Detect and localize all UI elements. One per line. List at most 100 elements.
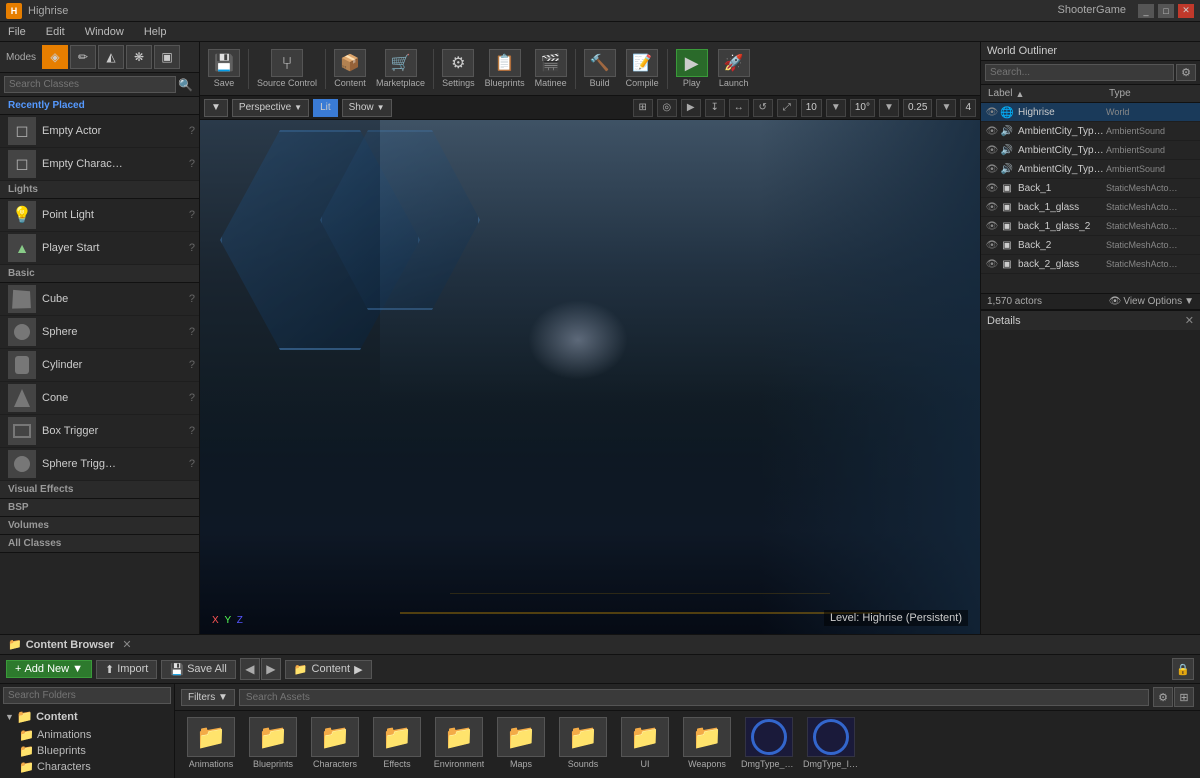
surface-snap-icon[interactable]: ↧ — [705, 99, 725, 117]
list-item[interactable]: 📁 Weapons — [679, 717, 735, 769]
play-tool[interactable]: ▶ Play — [672, 47, 712, 90]
list-item[interactable]: 📁 Animations — [183, 717, 239, 769]
viewport[interactable]: Level: Highrise (Persistent) X Y Z — [200, 120, 980, 634]
mode-btn-geometry[interactable]: ▣ — [154, 45, 180, 69]
outliner-label-col[interactable]: Label ▲ — [985, 87, 1106, 100]
viewport-dropdown-btn[interactable]: ▼ — [204, 99, 228, 117]
table-row[interactable]: 👁 🌐 Highrise World — [981, 103, 1200, 122]
cube-help[interactable]: ? — [189, 293, 195, 305]
folder-search-input[interactable] — [3, 687, 171, 704]
menu-window[interactable]: Window — [81, 24, 128, 40]
visibility-toggle[interactable]: 👁 — [985, 257, 999, 271]
settings-tool[interactable]: ⚙ Settings — [438, 47, 479, 90]
table-row[interactable]: 👁 ▣ back_2_glass StaticMeshActo… — [981, 255, 1200, 274]
list-item[interactable]: Box Trigger ? — [0, 415, 199, 448]
visibility-toggle[interactable]: 👁 — [985, 219, 999, 233]
nav-forward-button[interactable]: ▶ — [261, 658, 281, 680]
category-volumes[interactable]: Volumes — [0, 517, 199, 535]
search-expand-icon[interactable]: ⊞ — [1174, 687, 1194, 707]
matinee-tool[interactable]: 🎬 Matinee — [531, 47, 571, 90]
empty-char-help[interactable]: ? — [189, 158, 195, 170]
translate-icon[interactable]: ↔ — [729, 99, 749, 117]
menu-file[interactable]: File — [4, 24, 30, 40]
list-item[interactable]: Cone ? — [0, 382, 199, 415]
table-row[interactable]: 👁 🔊 AmbientCity_TypeC_Stereo_{Ambient… A… — [981, 141, 1200, 160]
list-item[interactable]: 📁 UI — [617, 717, 673, 769]
rotate-icon[interactable]: ↺ — [753, 99, 773, 117]
visibility-toggle[interactable]: 👁 — [985, 105, 999, 119]
cb-close-icon[interactable]: ✕ — [122, 638, 131, 651]
category-basic[interactable]: Basic — [0, 265, 199, 283]
build-tool[interactable]: 🔨 Build — [580, 47, 620, 90]
category-visual-effects[interactable]: Visual Effects — [0, 481, 199, 499]
angle-btn[interactable]: ▼ — [879, 99, 899, 117]
filters-button[interactable]: Filters ▼ — [181, 689, 235, 706]
save-all-button[interactable]: 💾 Save All — [161, 660, 235, 679]
box-trigger-help[interactable]: ? — [189, 425, 195, 437]
launch-tool[interactable]: 🚀 Launch — [714, 47, 754, 90]
show-btn[interactable]: Show ▼ — [342, 99, 392, 117]
details-close-icon[interactable]: ✕ — [1185, 314, 1194, 327]
list-item[interactable]: 📁 Environment — [431, 717, 487, 769]
list-item[interactable]: DmgType_Explosion — [741, 717, 797, 769]
asset-search-input[interactable] — [239, 689, 1149, 706]
list-item[interactable]: ◻ Empty Actor ? — [0, 115, 199, 148]
list-item[interactable]: 📁 Characters — [307, 717, 363, 769]
list-item[interactable]: 📁 Blueprints — [17, 743, 171, 759]
table-row[interactable]: 👁 🔊 AmbientCity_TypeC_Stereo AmbientSoun… — [981, 122, 1200, 141]
source-control-tool[interactable]: ⑂ Source Control — [253, 47, 321, 90]
search-settings-icon[interactable]: ⚙ — [1153, 687, 1173, 707]
table-row[interactable]: 👁 🔊 AmbientCity_TypeD_Stereo_{Ambient… A… — [981, 160, 1200, 179]
mode-btn-place[interactable]: ◈ — [42, 45, 68, 69]
visibility-toggle[interactable]: 👁 — [985, 143, 999, 157]
maximize-button[interactable]: □ — [1158, 4, 1174, 18]
list-item[interactable]: 📁 Blueprints — [245, 717, 301, 769]
point-light-help[interactable]: ? — [189, 209, 195, 221]
list-item[interactable]: 📁 Sounds — [555, 717, 611, 769]
menu-help[interactable]: Help — [140, 24, 171, 40]
table-row[interactable]: 👁 ▣ back_1_glass_2 StaticMeshActo… — [981, 217, 1200, 236]
list-item[interactable]: DmgType_Instant — [803, 717, 859, 769]
folder-root-item[interactable]: ▼ 📁 Content — [3, 708, 171, 726]
list-item[interactable]: Sphere Trigg… ? — [0, 448, 199, 481]
list-item[interactable]: 📁 Characters — [17, 759, 171, 775]
outliner-settings-icon[interactable]: ⚙ — [1176, 64, 1196, 81]
list-item[interactable]: Cylinder ? — [0, 349, 199, 382]
player-start-help[interactable]: ? — [189, 242, 195, 254]
visibility-toggle[interactable]: 👁 — [985, 124, 999, 138]
lock-button[interactable]: 🔒 — [1172, 658, 1194, 680]
import-button[interactable]: ⬆ Import — [96, 660, 157, 679]
table-row[interactable]: 👁 ▣ back_1_glass StaticMeshActo… — [981, 198, 1200, 217]
visibility-toggle[interactable]: 👁 — [985, 200, 999, 214]
camera-speed-icon[interactable]: ▶ — [681, 99, 701, 117]
sphere-help[interactable]: ? — [189, 326, 195, 338]
empty-actor-help[interactable]: ? — [189, 125, 195, 137]
snap-icon[interactable]: ◎ — [657, 99, 677, 117]
compile-tool[interactable]: 📝 Compile — [622, 47, 663, 90]
outliner-type-col[interactable]: Type — [1106, 87, 1196, 100]
list-item[interactable]: ▲ Player Start ? — [0, 232, 199, 265]
lit-btn[interactable]: Lit — [313, 99, 338, 117]
grid-size-btn[interactable]: ▼ — [826, 99, 846, 117]
minimize-button[interactable]: _ — [1138, 4, 1154, 18]
view-options-button[interactable]: 👁 View Options ▼ — [1109, 296, 1194, 307]
visibility-toggle[interactable]: 👁 — [985, 181, 999, 195]
menu-edit[interactable]: Edit — [42, 24, 69, 40]
scale-btn[interactable]: ▼ — [936, 99, 956, 117]
add-new-button[interactable]: + Add New ▼ — [6, 660, 92, 678]
table-row[interactable]: 👁 ▣ Back_1 StaticMeshActo… — [981, 179, 1200, 198]
list-item[interactable]: 📁 Effects — [369, 717, 425, 769]
content-tool[interactable]: 📦 Content — [330, 47, 370, 90]
visibility-toggle[interactable]: 👁 — [985, 238, 999, 252]
category-recently-placed[interactable]: Recently Placed — [0, 97, 199, 115]
category-lights[interactable]: Lights — [0, 181, 199, 199]
mode-btn-landscape[interactable]: ◭ — [98, 45, 124, 69]
grid-icon[interactable]: ⊞ — [633, 99, 653, 117]
list-item[interactable]: 📁 Maps — [493, 717, 549, 769]
list-item[interactable]: ◻ Empty Charac… ? — [0, 148, 199, 181]
cylinder-help[interactable]: ? — [189, 359, 195, 371]
list-item[interactable]: 💡 Point Light ? — [0, 199, 199, 232]
search-classes-input[interactable] — [4, 76, 176, 93]
category-bsp[interactable]: BSP — [0, 499, 199, 517]
blueprints-tool[interactable]: 📋 Blueprints — [481, 47, 529, 90]
